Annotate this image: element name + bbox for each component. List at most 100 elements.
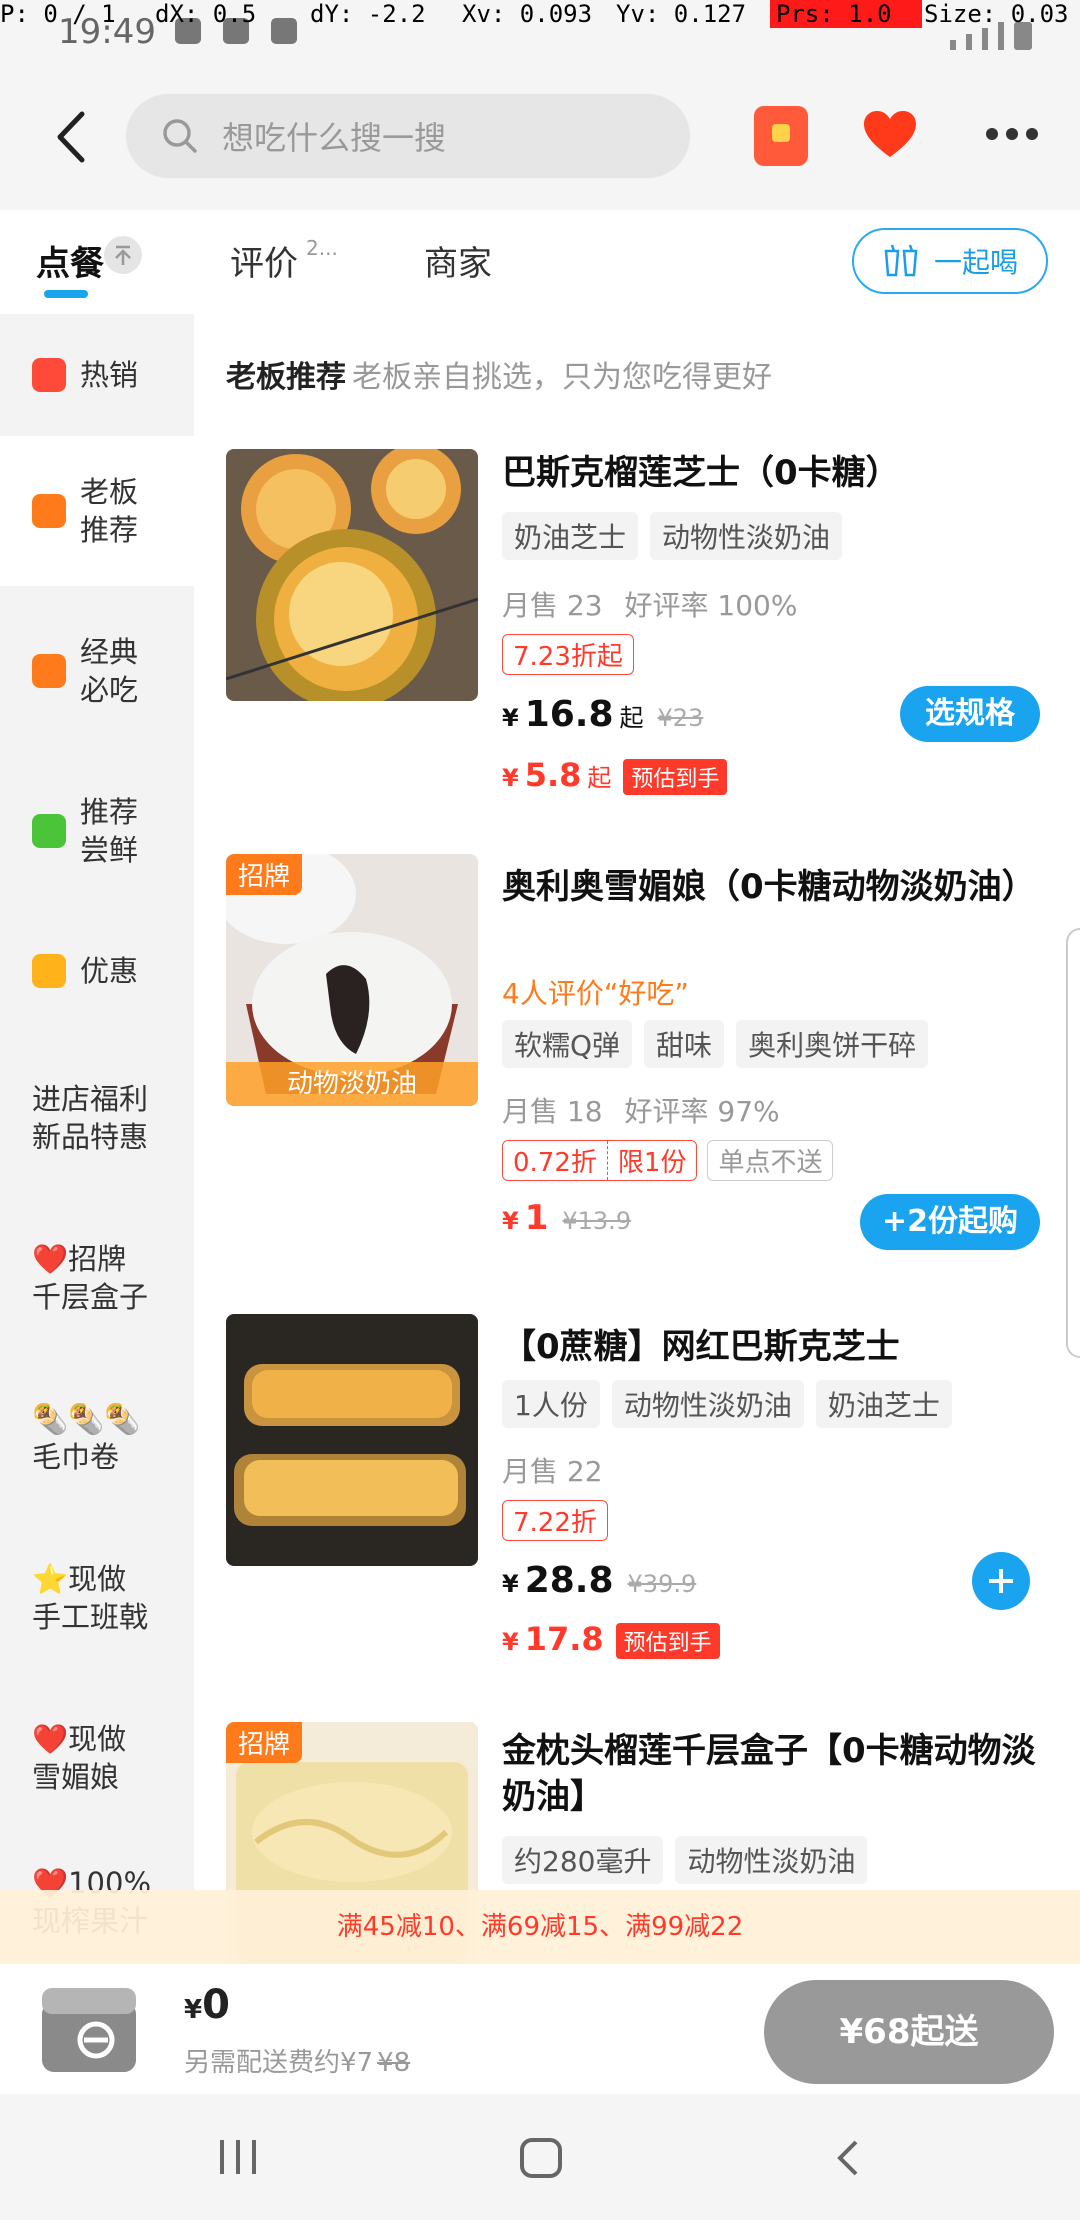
product-tag: 软糯Q弹 [502,1020,633,1068]
product-item[interactable]: 【0蔗糖】网红巴斯克芝士 1人份 动物性淡奶油 奶油芝士 月售 22 7.22折… [194,1314,1080,1714]
debug-prs: Prs: 1.0 [770,0,922,28]
buy-two-button[interactable]: +2份起购 [860,1194,1040,1250]
search-input[interactable]: 想吃什么搜一搜 [126,94,690,178]
original-price: ¥13.9 [562,1207,632,1235]
product-name: 奥利奥雪媚娘（0卡糖动物淡奶油） [502,867,1036,907]
product-item[interactable]: 招牌 动物淡奶油 奥利奥雪媚娘（0卡糖动物淡奶油） 4人评价“好吃” 软糯Q弹 … [194,854,1080,1254]
price-row: ¥28.8 ¥39.9 [502,1560,697,1601]
sidebar-item-label: 🌯🌯🌯 毛巾卷 [32,1402,141,1474]
product-sales: 月售 22 [502,1455,603,1488]
sidebar-item-signature-box[interactable]: ❤️招牌 千层盒子 [0,1200,194,1356]
more-button[interactable] [986,128,1038,140]
red-packet-icon[interactable] [754,106,808,166]
product-tag: 1人份 [502,1380,600,1428]
debug-p: P: 0 / 1 [0,0,116,28]
discount-row: 7.22折 [502,1500,608,1541]
product-name: 巴斯克榴莲芝士（0卡糖） [502,453,900,493]
scroll-handle[interactable] [1066,928,1080,1358]
sidebar-item-boss-recommend[interactable]: 老板 推荐 [0,436,194,586]
debug-xv: Xv: 0.093 [462,0,593,28]
sidebar-item-welfare[interactable]: 进店福利 新品特惠 [0,1036,194,1200]
product-image[interactable] [226,1314,478,1566]
min-order-button[interactable]: ¥68起送 [764,1980,1054,2084]
sidebar-item-label: ❤️招牌 千层盒子 [32,1242,149,1314]
tab-order[interactable]: 点餐 [36,236,104,285]
home-button[interactable] [520,2138,562,2178]
heart-icon [864,111,916,157]
search-icon [163,119,197,153]
product-image[interactable] [226,449,478,701]
chevron-left-icon [57,111,85,163]
back-arrow-icon [837,2140,858,2176]
system-back-button[interactable] [830,2138,866,2178]
original-price: ¥39.9 [627,1570,697,1598]
thumb-up-icon [32,654,66,688]
sidebar-item-label: 推荐 尝鲜 [80,795,139,867]
product-price: 28.8 [524,1560,614,1601]
scroll-top-icon[interactable] [104,236,142,274]
signal-icon [966,34,972,50]
signature-badge: 招牌 [226,1722,303,1763]
estimated-price-row: ¥5.8 起预估到手 [502,756,728,795]
cart-icon[interactable] [34,1974,144,2078]
product-tags: 奶油芝士 动物性淡奶油 [502,512,843,560]
sidebar-item-label: 老板 推荐 [80,475,139,547]
tab-merchant[interactable]: 商家 [424,236,492,285]
product-tag: 动物性淡奶油 [675,1836,868,1884]
top-nav: 想吃什么搜一搜 [0,60,1080,210]
review-highlight: 4人评价“好吃” [502,977,689,1010]
cart-total-value: 0 [202,1982,230,2028]
discount-row: 7.23折起 [502,634,634,675]
product-tag: 奥利奥饼干碎 [736,1020,929,1068]
recent-apps-button[interactable] [220,2140,256,2174]
image-caption: 动物淡奶油 [226,1062,478,1106]
product-tag: 甜味 [644,1020,725,1068]
choose-spec-button[interactable]: 选规格 [900,686,1040,742]
product-price: 16.8 [524,694,614,735]
product-price: 1 [524,1198,549,1238]
sidebar-item-towel-roll[interactable]: 🌯🌯🌯 毛巾卷 [0,1356,194,1520]
original-price: ¥23 [657,704,704,732]
sidebar-item-classic[interactable]: 经典 必吃 [0,586,194,756]
product-tag: 奶油芝士 [815,1380,952,1428]
signal-icon [950,40,956,50]
product-tag: 约280毫升 [502,1836,664,1884]
product-sales: 月售 18 好评率 97% [502,1095,780,1128]
tab-reviews-count: 2... [306,236,338,260]
price-row: ¥16.8 起 ¥23 [502,694,704,735]
category-sidebar: 热销 老板 推荐 经典 必吃 推荐 尝鲜 优惠 进店福利 新品特惠 ❤️招牌 千… [0,314,194,1964]
sidebar-item-discount[interactable]: 优惠 [0,906,194,1036]
product-tag: 奶油芝士 [502,512,639,560]
discount-row: 0.72折 限1份 单点不送 [502,1140,834,1181]
product-tags: 1人份 动物性淡奶油 奶油芝士 [502,1380,952,1428]
sidebar-item-try-new[interactable]: 推荐 尝鲜 [0,756,194,906]
tab-reviews[interactable]: 评价 [230,236,298,285]
cups-icon [884,244,918,277]
product-tag: 动物性淡奶油 [611,1380,804,1428]
sidebar-item-hot[interactable]: 热销 [0,314,194,436]
product-sales: 月售 23 好评率 100% [502,589,798,622]
coupon-icon [32,954,66,988]
favorite-button[interactable] [862,110,918,160]
drink-together-button[interactable]: 一起喝 [852,228,1048,294]
product-name: 金枕头榴莲千层盒子【0卡糖动物淡奶油】 [502,1731,1036,1817]
product-tag: 动物性淡奶油 [650,512,843,560]
back-button[interactable] [48,108,98,166]
sidebar-item-mochi[interactable]: ❤️现做 雪媚娘 [0,1676,194,1840]
debug-dx: dX: 0.5 [155,0,257,28]
sidebar-item-pancake[interactable]: ⭐现做 手工班戟 [0,1520,194,1676]
product-item[interactable]: 巴斯克榴莲芝士（0卡糖） 奶油芝士 动物性淡奶油 月售 23 好评率 100% 7… [194,314,1080,795]
sprout-icon [32,814,66,848]
discount-badge: 7.22折 [502,1500,608,1541]
add-to-cart-button[interactable] [972,1552,1030,1610]
cart-total: ¥0 [184,1982,230,2028]
product-image[interactable]: 招牌 动物淡奶油 [226,854,478,1106]
promo-banner: 满45减10、满69减15、满99减22 [0,1890,1080,1964]
product-name: 【0蔗糖】网红巴斯克芝士 [502,1327,900,1367]
sidebar-item-label: 优惠 [80,954,139,988]
drink-together-label: 一起喝 [933,246,1018,279]
debug-dy: dY: -2.2 [310,0,426,28]
product-tags: 约280毫升 动物性淡奶油 [502,1836,868,1884]
tab-bar: 点餐 评价 2... 商家 一起喝 [0,210,1080,314]
sidebar-item-label: 经典 必吃 [80,635,139,707]
